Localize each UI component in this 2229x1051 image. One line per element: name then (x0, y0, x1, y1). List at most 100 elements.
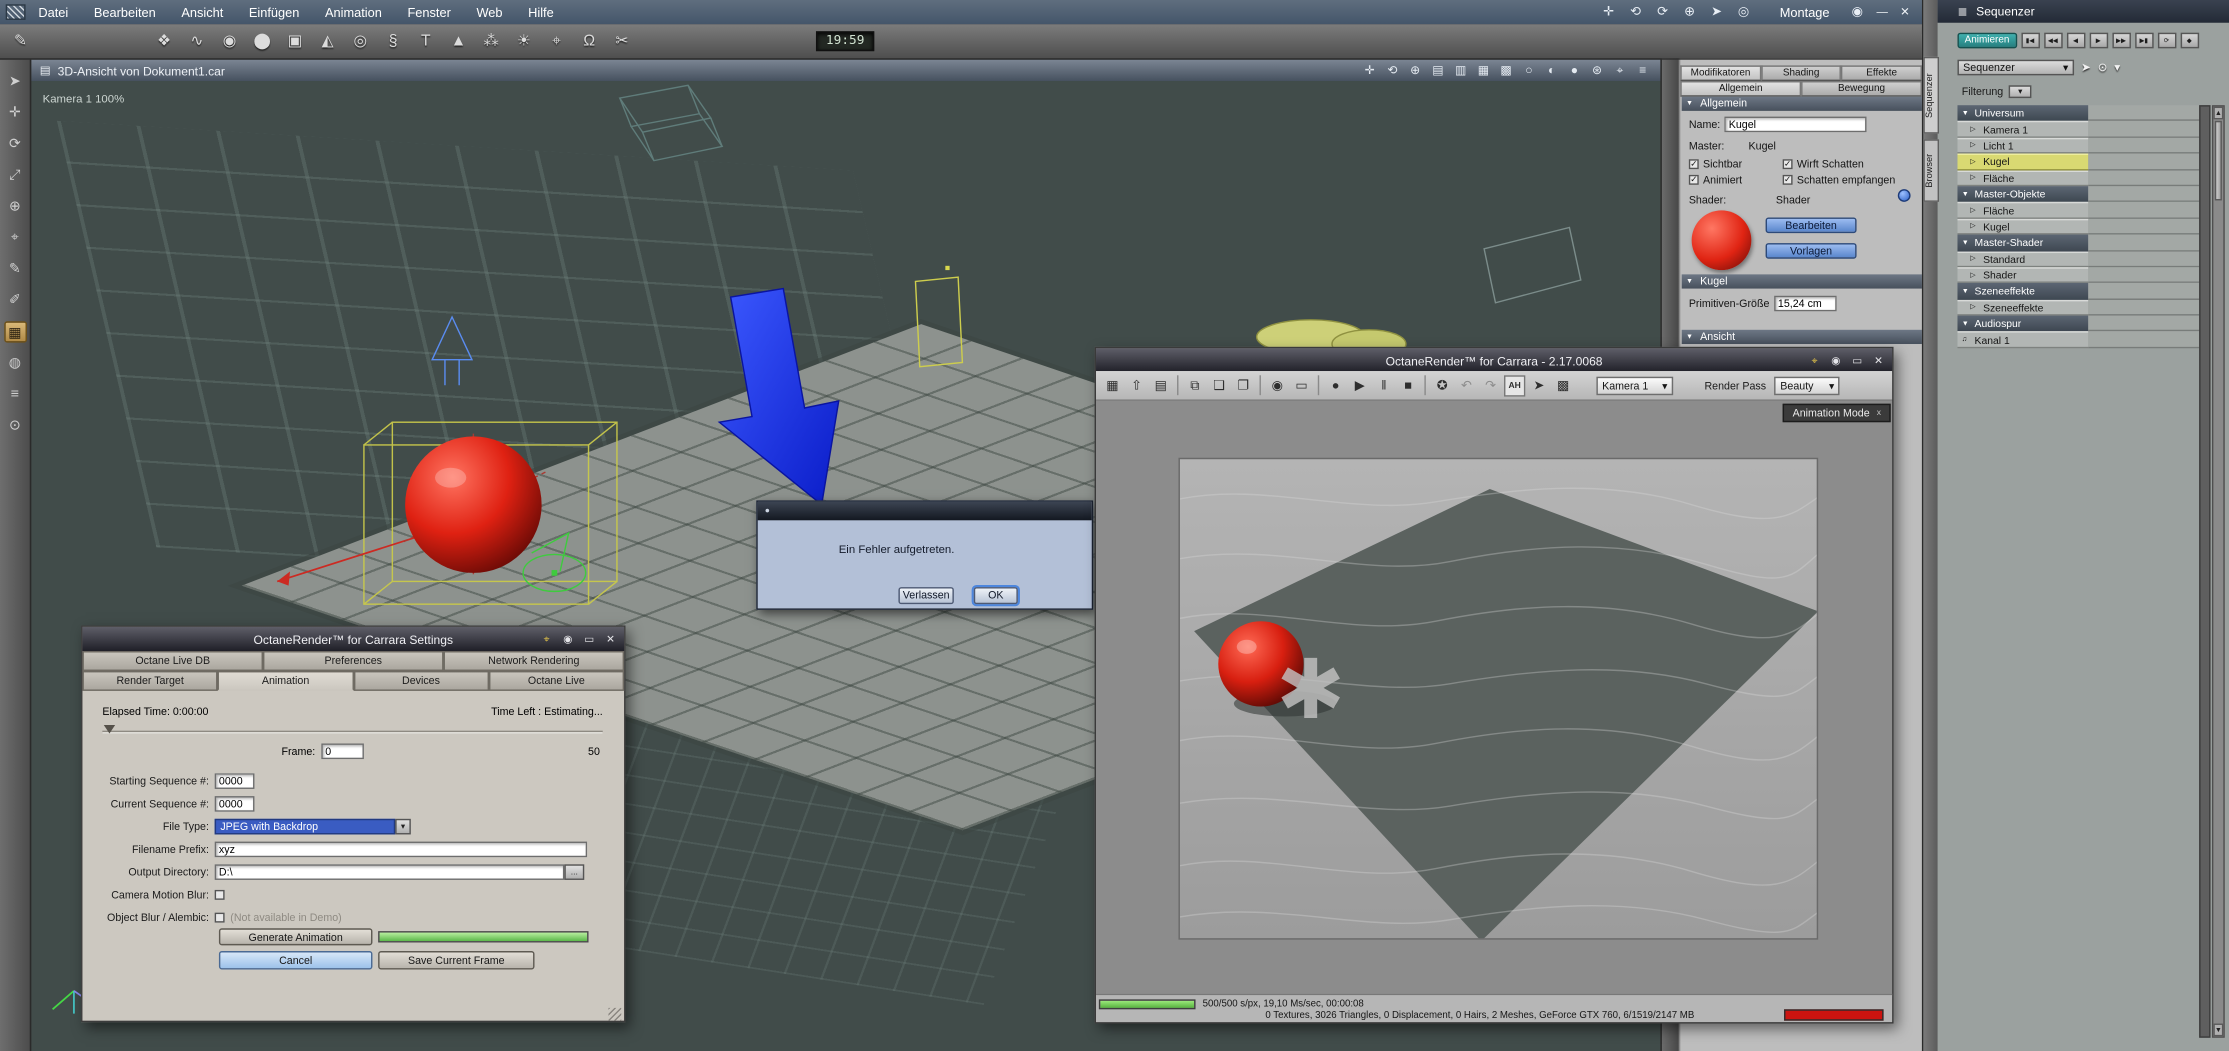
timeline-track[interactable]: ▴▾ (2088, 331, 2208, 349)
target-tool-icon[interactable]: ⌖ (4, 227, 27, 248)
metaball-icon[interactable]: ◉ (215, 28, 245, 55)
pan-view-icon[interactable]: ✛ (1598, 4, 1619, 20)
cube-primitive-icon[interactable]: ▣ (280, 28, 310, 55)
collapse-triangle-icon[interactable]: ▼ (1686, 330, 1693, 344)
tree-item-shader[interactable]: ▷ Shader (1957, 267, 2089, 284)
undo-icon[interactable]: ↶ (1456, 375, 1477, 396)
tree-item-kamera1[interactable]: ▷ Kamera 1 (1957, 121, 2089, 138)
menu-bearbeiten[interactable]: Bearbeiten (81, 5, 168, 19)
prev-frame-icon[interactable]: ◀◀ (2043, 31, 2062, 48)
wireframe-cube[interactable] (618, 84, 724, 162)
rotation-handle[interactable] (522, 531, 587, 593)
scale-tool-icon[interactable]: ⤢ (4, 165, 27, 186)
section-ansicht[interactable]: ▼ Ansicht (1681, 329, 1922, 345)
copy-image-icon[interactable]: ⧉ (1184, 375, 1205, 396)
text-primitive-icon[interactable]: T (411, 28, 441, 55)
resize-grip[interactable] (608, 1007, 622, 1021)
wirft-schatten-checkbox[interactable]: ✓ (1782, 159, 1793, 170)
texture-tool-icon[interactable]: ▦ (3, 321, 27, 343)
ok-button[interactable]: OK (973, 587, 1018, 605)
vertex-modeler-icon[interactable]: ❖ (149, 28, 179, 55)
pause-icon[interactable]: ‖ (1373, 375, 1394, 396)
pencil-tool-icon[interactable]: ✎ (6, 28, 36, 55)
eye-icon[interactable]: ◉ (1828, 353, 1844, 367)
rotate-tool-icon[interactable]: ⟳ (4, 134, 27, 155)
cursor-icon[interactable]: ➤ (2081, 60, 2091, 73)
tab-effekte[interactable]: Effekte (1841, 65, 1922, 82)
timeline-track[interactable]: ▴▾ (2088, 267, 2208, 284)
timeline-track[interactable]: ▴▾ (2088, 169, 2208, 187)
tree-item-master-flaeche[interactable]: ▷ Fläche (1957, 202, 2089, 219)
particles-icon[interactable]: ⁂ (476, 28, 506, 55)
collapse-triangle-icon[interactable]: ▼ (1686, 274, 1693, 288)
animieren-button[interactable]: Animieren (1957, 31, 2017, 48)
name-input[interactable] (1724, 116, 1867, 133)
collapse-triangle-icon[interactable]: ▼ (1686, 97, 1693, 111)
save-render-icon[interactable]: ▦ (1102, 375, 1123, 396)
auto-focus-icon[interactable]: AH (1504, 374, 1526, 396)
sichtbar-checkbox[interactable]: ✓ (1688, 159, 1699, 170)
tree-item-standard[interactable]: ▷ Standard (1957, 250, 2089, 268)
current-sequence-input[interactable] (214, 796, 255, 812)
stop-icon[interactable]: ■ (1397, 375, 1418, 396)
tab-octane-live-db[interactable]: Octane Live DB (82, 651, 263, 671)
spring-primitive-icon[interactable]: § (378, 28, 408, 55)
animiert-checkbox[interactable]: ✓ (1688, 174, 1699, 185)
close-icon[interactable]: ✕ (603, 632, 619, 646)
eye-icon[interactable]: ◉ (1847, 4, 1868, 20)
schatten-empfangen-check[interactable]: ✓ (1782, 174, 1793, 185)
eyedropper-tool-icon[interactable]: ✐ (4, 290, 27, 311)
timeline-track[interactable]: ▴▾ (2088, 105, 2208, 122)
lock-resolution-icon[interactable]: ✪ (1432, 375, 1453, 396)
vorlagen-button[interactable]: Vorlagen (1765, 243, 1857, 259)
cone-primitive-icon[interactable]: ◭ (313, 28, 343, 55)
go-end-icon[interactable]: ▶▮ (2134, 31, 2153, 48)
blue-wire-arrow[interactable] (431, 315, 474, 386)
timeline-track[interactable]: ▴▾ (2088, 153, 2208, 170)
tab-animation[interactable]: Animation (217, 670, 354, 691)
orbit-camera-icon[interactable]: ⟲ (1383, 63, 1401, 79)
panel-menu-icon[interactable]: ≣ (1957, 4, 1967, 20)
error-dialog-titlebar[interactable]: ● (757, 501, 1092, 521)
timeline-track[interactable]: ▴▾ (2088, 137, 2208, 154)
close-badge-icon[interactable]: x (1877, 404, 1881, 421)
slider-marker[interactable] (103, 724, 116, 734)
dock-tab-browser[interactable]: Browser (1923, 139, 1940, 202)
timeline-track[interactable]: ▴▾ (2088, 299, 2208, 316)
output-directory-input[interactable] (214, 864, 565, 880)
pin-icon[interactable]: ⌖ (539, 632, 555, 646)
frame-slider[interactable] (102, 730, 603, 734)
tab-modifikatoren[interactable]: Modifikatoren (1680, 65, 1761, 82)
region-render-icon[interactable]: ▭ (1291, 375, 1312, 396)
browse-button[interactable]: ... (564, 864, 585, 880)
shade-icon[interactable]: ▭ (1849, 353, 1865, 367)
materials-icon[interactable]: ◉ (1267, 375, 1288, 396)
play-icon[interactable]: ▶ (2089, 31, 2108, 48)
timeline-track[interactable]: ▴▾ (2088, 202, 2208, 219)
filename-prefix-input[interactable] (214, 841, 588, 858)
tab-devices[interactable]: Devices (353, 670, 489, 691)
section-kugel[interactable]: ▼ Kugel (1681, 274, 1922, 289)
primitive-size-input[interactable] (1773, 295, 1837, 312)
rendered-image[interactable]: ✱ (1178, 457, 1819, 940)
timeline-track[interactable]: ▴▾ (2088, 121, 2208, 138)
pick-material-icon[interactable]: ➤ (1528, 375, 1549, 396)
tree-header-universum[interactable]: ▼ Universum (1957, 105, 2089, 122)
render-pass-select[interactable]: Beauty ▾ (1774, 376, 1841, 395)
timeline-track[interactable]: ▴▾ (2088, 218, 2208, 235)
tree-header-master-shader[interactable]: ▼ Master-Shader (1957, 234, 2089, 251)
bearbeiten-button[interactable]: Bearbeiten (1765, 217, 1857, 234)
fly-view-icon[interactable]: ➤ (1706, 4, 1727, 20)
menu-ansicht[interactable]: Ansicht (169, 5, 237, 19)
camera-icon[interactable]: ⌖ (542, 28, 572, 55)
light-icon[interactable]: ☀ (509, 28, 539, 55)
universal-tool-icon[interactable]: ⊕ (4, 196, 27, 217)
cancel-button[interactable]: Cancel (218, 951, 373, 970)
settings-titlebar[interactable]: OctaneRender™ for Carrara Settings ⌖ ◉ ▭… (82, 626, 625, 652)
layers-tool-icon[interactable]: ≡ (4, 384, 27, 405)
go-start-icon[interactable]: ▮◀ (2020, 31, 2040, 48)
menu-animation[interactable]: Animation (312, 5, 394, 19)
camera-select[interactable]: Kamera 1 ▾ (1596, 376, 1674, 395)
scissors-icon[interactable]: ✂ (607, 28, 637, 55)
preview-medium-icon[interactable]: ◐ (1542, 63, 1560, 79)
